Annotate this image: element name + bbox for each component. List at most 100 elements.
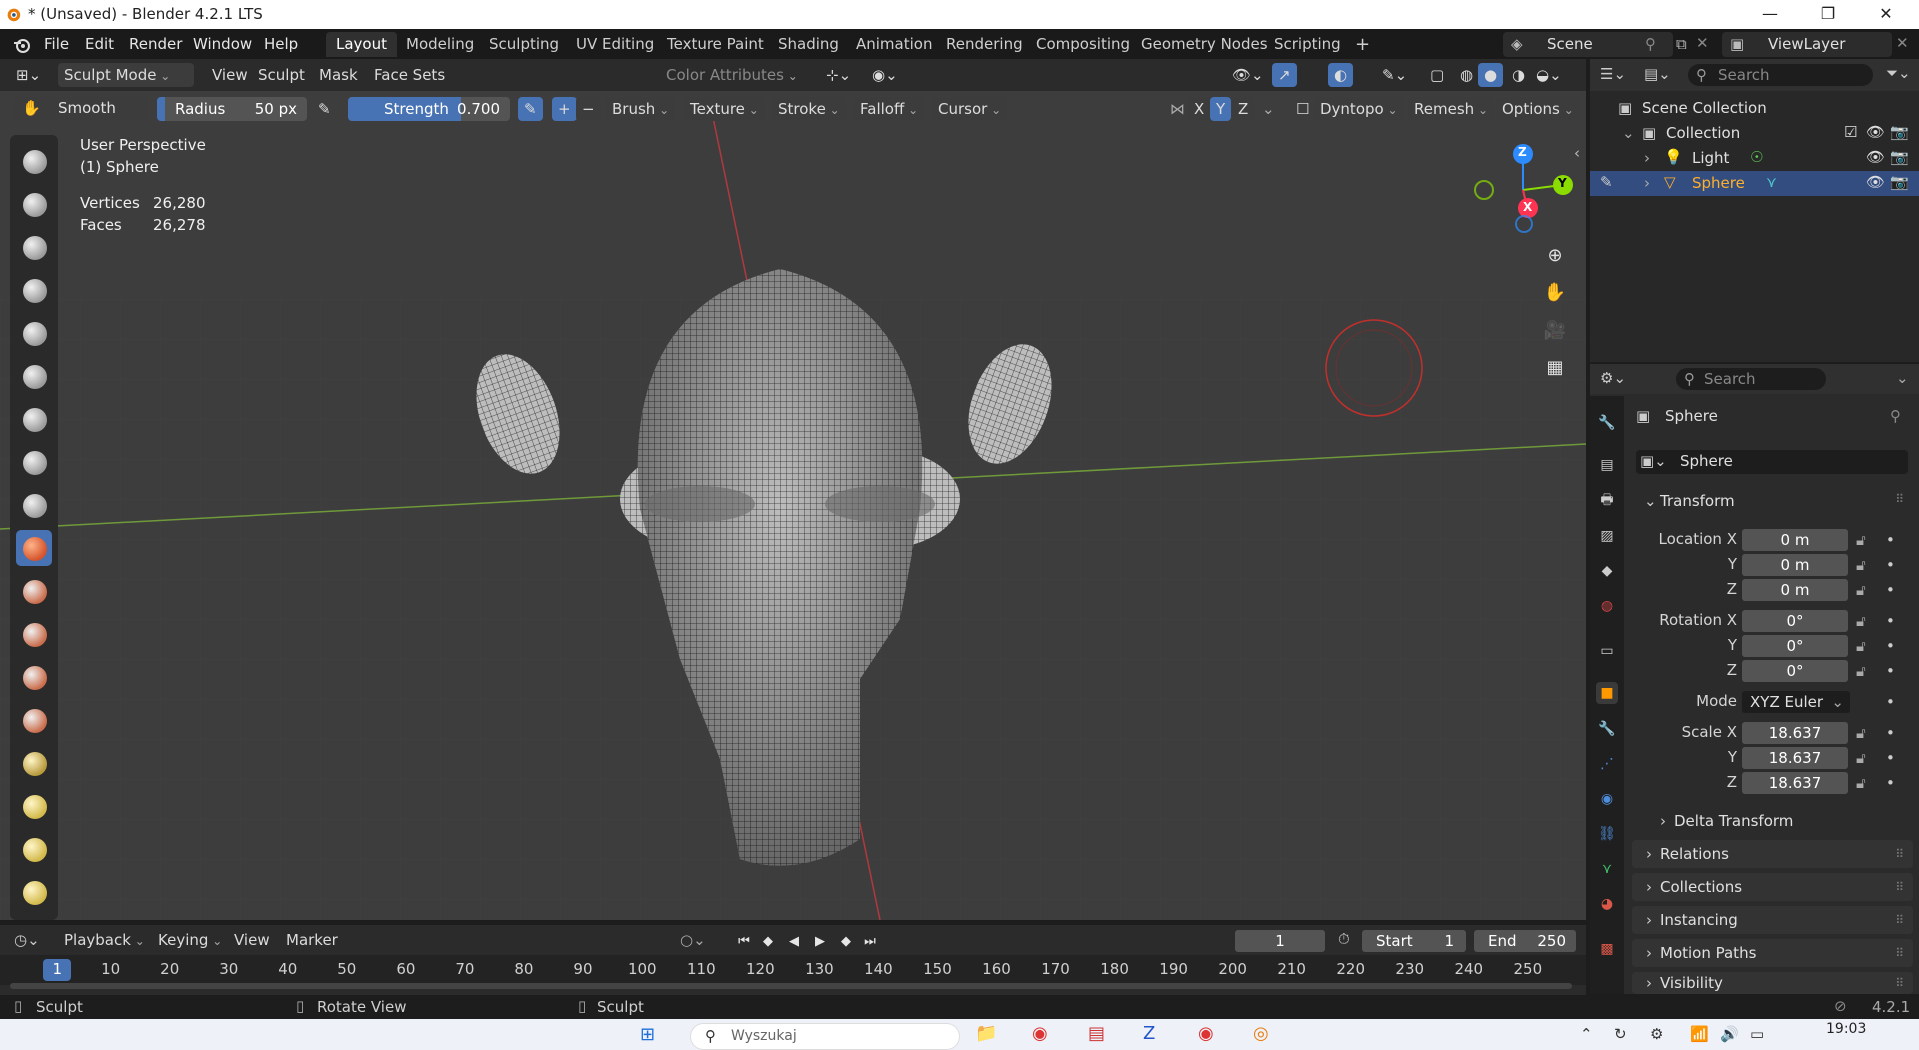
cursor-menu[interactable]: Cursor [932, 97, 1008, 121]
lock-rotation-x-icon[interactable]: 🔓︎ [1856, 612, 1866, 630]
viewlayer-selector[interactable]: ▣ ViewLayer [1722, 32, 1892, 57]
tab-geometry-nodes[interactable]: Geometry Nodes [1131, 32, 1278, 57]
delete-scene-icon[interactable]: ✕ [1696, 34, 1709, 52]
scale-y-field[interactable]: 18.637 [1742, 747, 1848, 769]
tab-object-icon[interactable]: ■ [1596, 682, 1618, 704]
mode-selector[interactable]: Sculpt Mode [58, 63, 194, 87]
motion-paths-panel[interactable]: Motion Paths ⠿ [1632, 939, 1913, 967]
tool-pinch-icon[interactable] [16, 745, 52, 781]
tool-multiplane-scrape-icon[interactable] [16, 702, 52, 738]
menu-face-sets[interactable]: Face Sets [368, 63, 451, 87]
tool-draw-sharp-icon[interactable] [16, 186, 52, 222]
tab-modifier-icon[interactable]: 🔧 [1596, 718, 1618, 740]
sphere-render-icon[interactable]: 📷 [1890, 173, 1909, 191]
symmetry-x-toggle[interactable]: X [1188, 97, 1211, 121]
keyframe-scale-x-icon[interactable]: • [1886, 724, 1895, 742]
rendered-shading-icon[interactable]: ◒⌄ [1530, 63, 1568, 87]
tab-data-icon[interactable]: ⋎ [1596, 858, 1618, 880]
tab-texture-icon[interactable]: ▩ [1596, 938, 1618, 960]
keyframe-rotation-x-icon[interactable]: • [1886, 612, 1895, 630]
outliner-item-light[interactable]: › 💡 Light ☉ 👁 📷 [1590, 146, 1919, 171]
light-render-icon[interactable]: 📷 [1890, 148, 1909, 166]
maximize-button[interactable]: ❐ [1799, 0, 1857, 29]
menu-file[interactable]: File [44, 35, 69, 53]
tab-material-icon[interactable]: ◕ [1596, 893, 1618, 915]
outliner-search-input[interactable]: ⚲ Search [1688, 64, 1873, 86]
collection-visibility-icon[interactable]: 👁 [1866, 123, 1885, 141]
symmetry-z-toggle[interactable]: Z [1232, 97, 1255, 121]
motion-paths-drag-icon[interactable]: ⠿ [1895, 939, 1905, 967]
marker-menu[interactable]: Marker [280, 928, 344, 952]
tab-modeling[interactable]: Modeling [396, 32, 484, 57]
tool-flatten-icon[interactable] [16, 573, 52, 609]
tab-compositing[interactable]: Compositing [1026, 32, 1140, 57]
3d-viewport[interactable]: Z Y X [0, 59, 1586, 920]
timeline-scrollbar[interactable] [10, 983, 1572, 989]
tool-blob-icon[interactable] [16, 444, 52, 480]
tool-layer-icon[interactable] [16, 358, 52, 394]
blender-menu-icon[interactable] [12, 35, 32, 55]
direction-subtract-button[interactable]: − [576, 97, 601, 121]
tab-texture-paint[interactable]: Texture Paint [657, 32, 774, 57]
tab-physics-icon[interactable]: ◉ [1596, 788, 1618, 810]
outliner-scene-collection[interactable]: ▣ Scene Collection [1590, 96, 1919, 121]
properties-search-input[interactable]: ⚲ Search [1676, 368, 1826, 390]
timeline-editor-icon[interactable]: ◷⌄ [14, 931, 40, 949]
lock-location-y-icon[interactable]: 🔓︎ [1856, 556, 1866, 574]
scale-z-field[interactable]: 18.637 [1742, 772, 1848, 794]
tab-scripting[interactable]: Scripting [1264, 32, 1351, 57]
editor-type-icon[interactable]: ⊞⌄ [10, 63, 47, 87]
scale-x-field[interactable]: 18.637 [1742, 722, 1848, 744]
lock-scale-z-icon[interactable]: 🔓︎ [1856, 774, 1866, 792]
expand-sphere-icon[interactable]: › [1644, 174, 1650, 192]
relations-drag-icon[interactable]: ⠿ [1895, 840, 1905, 868]
lock-scale-x-icon[interactable]: 🔓︎ [1856, 724, 1866, 742]
tab-world-icon[interactable]: ◍ [1596, 595, 1618, 617]
remesh-menu[interactable]: Remesh [1408, 97, 1495, 121]
expand-collection-icon[interactable]: ⌄ [1622, 124, 1635, 142]
drag-handle-icon[interactable]: ⠿ [1895, 492, 1905, 506]
collapse-sidebar-icon[interactable]: ‹ [1574, 144, 1580, 162]
dyntopo-checkbox[interactable]: ☐ [1290, 97, 1315, 121]
menu-mask[interactable]: Mask [313, 63, 364, 87]
tool-snake-hook-icon[interactable] [16, 874, 52, 910]
overlay-toggle-icon[interactable]: ◐ [1328, 63, 1354, 87]
current-frame-field[interactable]: 1 [1235, 930, 1325, 952]
tool-smooth-icon[interactable] [16, 530, 52, 566]
pin-icon[interactable]: ⚲ [1645, 35, 1656, 53]
wifi-icon[interactable]: 📶 [1690, 1025, 1709, 1043]
lock-location-x-icon[interactable]: 🔓︎ [1856, 531, 1866, 549]
pdf-app-icon[interactable]: ▤ [1088, 1023, 1105, 1044]
stroke-menu[interactable]: Stroke [772, 97, 846, 121]
outliner-editor-icon[interactable]: ☰⌄ [1600, 65, 1626, 83]
prev-keyframe-icon[interactable]: ◆ [758, 932, 778, 952]
minimize-button[interactable]: — [1741, 0, 1799, 29]
chrome-profile-icon[interactable]: ◉ [1198, 1023, 1214, 1044]
solid-shading-icon[interactable]: ● [1478, 63, 1504, 87]
tool-fill-icon[interactable] [16, 616, 52, 652]
tool-clay-thumb-icon[interactable] [16, 315, 52, 351]
add-workspace-button[interactable]: + [1345, 32, 1380, 57]
zoom-icon[interactable]: ⊕ [1540, 241, 1570, 271]
texture-menu[interactable]: Texture [684, 97, 765, 121]
collections-drag-icon[interactable]: ⠿ [1895, 873, 1905, 901]
snapping-icon[interactable]: ⊹⌄ [820, 63, 857, 87]
visibility-panel[interactable]: Visibility ⠿ [1632, 972, 1913, 994]
blender-taskbar-icon[interactable]: ◎ [1253, 1023, 1269, 1044]
rotation-mode-dropdown[interactable]: XYZ Euler ⌄ [1742, 691, 1850, 713]
menu-help[interactable]: Help [264, 35, 298, 53]
tab-sculpting[interactable]: Sculpting [479, 32, 569, 57]
menu-window[interactable]: Window [193, 35, 252, 53]
windows-start-icon[interactable]: ⊞ [640, 1024, 655, 1045]
delete-viewlayer-icon[interactable]: ✕ [1896, 34, 1909, 52]
tool-clay-strips-icon[interactable] [16, 272, 52, 308]
tab-uv-editing[interactable]: UV Editing [566, 32, 664, 57]
play-icon[interactable]: ▶ [810, 932, 830, 952]
collections-panel[interactable]: Collections ⠿ [1632, 873, 1913, 901]
tray-chevron-icon[interactable]: ⌃ [1580, 1025, 1593, 1043]
expand-light-icon[interactable]: › [1644, 149, 1650, 167]
properties-editor-icon[interactable]: ⚙⌄ [1600, 369, 1626, 387]
sphere-visibility-icon[interactable]: 👁 [1866, 173, 1885, 191]
tab-output-icon[interactable]: 🖶 [1596, 489, 1618, 511]
keyframe-scale-y-icon[interactable]: • [1886, 749, 1895, 767]
